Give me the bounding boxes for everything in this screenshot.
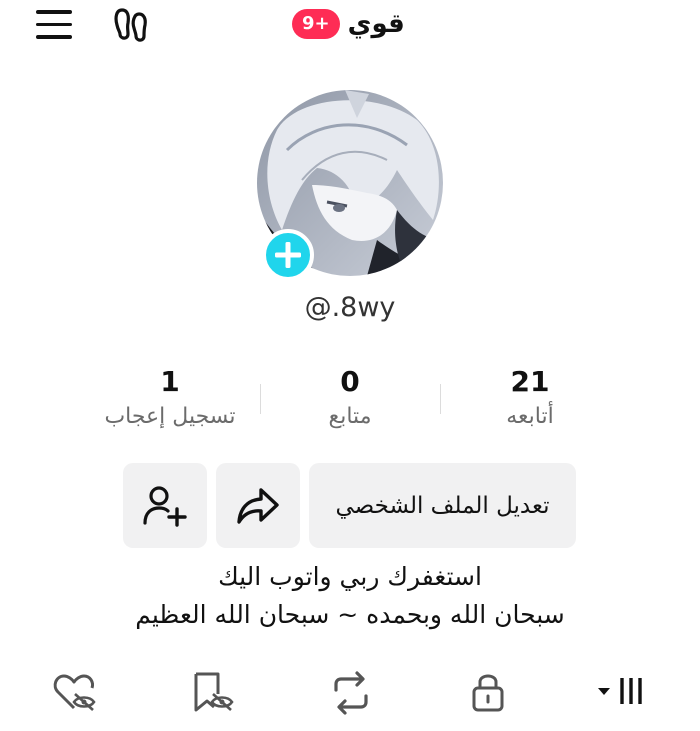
likes-count: 1 — [160, 365, 180, 398]
tab-private[interactable] — [466, 668, 516, 718]
tab-videos[interactable] — [596, 668, 646, 718]
following-count: 21 — [510, 365, 550, 398]
edit-profile-button[interactable]: تعديل الملف الشخصي — [309, 463, 576, 548]
tab-reposts[interactable] — [326, 668, 376, 718]
following-label: أتابعه — [506, 404, 554, 429]
share-profile-button[interactable] — [216, 463, 300, 548]
edit-profile-label: تعديل الملف الشخصي — [335, 492, 550, 519]
header-title-group[interactable]: 9+ قوي — [292, 4, 405, 44]
private-lock-icon — [472, 674, 504, 712]
stat-divider — [260, 384, 261, 414]
followers-count: 0 — [340, 365, 360, 398]
hamburger-line — [36, 22, 72, 26]
footprints-button[interactable] — [112, 6, 152, 44]
videos-grid-icon — [598, 678, 642, 704]
username: @.8wy — [304, 292, 396, 323]
favorites-hidden-icon — [194, 672, 234, 712]
hamburger-line — [36, 35, 72, 39]
reposts-icon — [334, 671, 368, 715]
hamburger-menu-icon — [36, 10, 72, 14]
add-friend-button[interactable] — [123, 463, 207, 548]
followers-label: متابع — [328, 404, 372, 429]
bio-line-2: سبحان الله وبحمده ~ سبحان الله العظيم — [135, 600, 565, 629]
bio-line-1: استغفرك ربي واتوب اليك — [218, 562, 482, 591]
likes-stat[interactable]: 1 تسجيل إعجاب — [80, 362, 260, 429]
tab-liked[interactable] — [50, 668, 100, 718]
plus-icon — [275, 242, 301, 268]
add-avatar-button[interactable] — [262, 229, 314, 281]
share-arrow-icon — [237, 487, 279, 524]
page-title: قوي — [347, 9, 405, 39]
footprints-icon — [114, 8, 147, 42]
stat-divider — [440, 384, 441, 414]
tab-favorites[interactable] — [188, 668, 238, 718]
liked-hidden-icon — [53, 674, 96, 711]
following-stat[interactable]: 21 أتابعه — [440, 362, 620, 429]
notification-badge: 9+ — [292, 9, 340, 39]
likes-label: تسجيل إعجاب — [104, 404, 236, 429]
add-user-icon — [143, 485, 187, 527]
followers-stat[interactable]: 0 متابع — [260, 362, 440, 429]
menu-button[interactable] — [36, 10, 74, 40]
